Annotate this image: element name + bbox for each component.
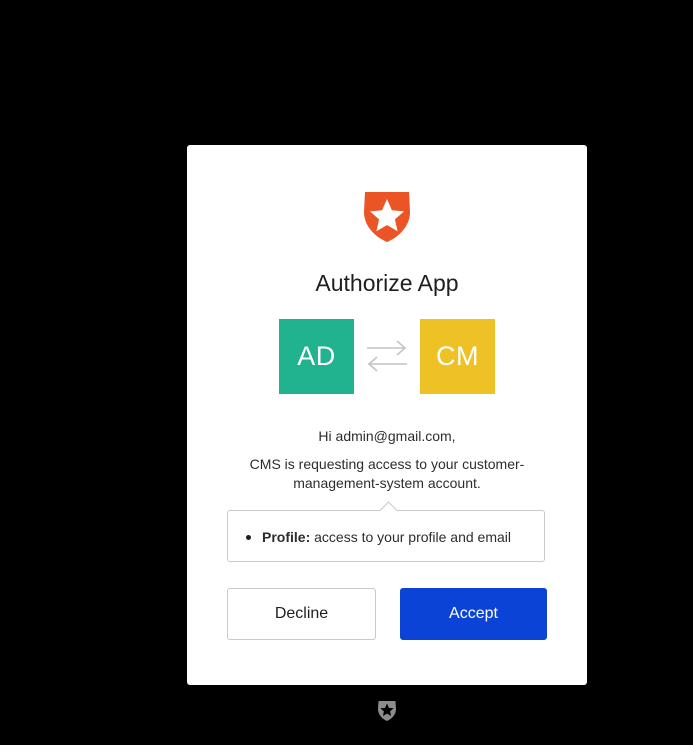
user-avatar: AD (279, 319, 354, 394)
scopes-box: Profile: access to your profile and emai… (227, 501, 545, 562)
bullet-icon (246, 534, 251, 540)
greeting-text: Hi admin@gmail.com, (318, 428, 456, 444)
dialog-title: Authorize App (315, 270, 459, 296)
request-text: CMS is requesting access to your custome… (249, 456, 525, 491)
scope-item-profile: Profile: access to your profile and emai… (246, 529, 511, 545)
scopes-pointer (379, 501, 398, 520)
scope-name: Profile: (262, 529, 311, 545)
shield-star-icon (378, 701, 396, 721)
authorize-dialog: Authorize App AD CM Hi admin@gmail.com, … (187, 145, 587, 685)
shield-star-icon (364, 192, 410, 242)
accept-button[interactable]: Accept (400, 588, 547, 640)
decline-button[interactable]: Decline (227, 588, 376, 640)
scope-description: access to your profile and email (314, 529, 511, 545)
app-avatar: CM (420, 319, 495, 394)
swap-arrows-icon (367, 340, 407, 372)
